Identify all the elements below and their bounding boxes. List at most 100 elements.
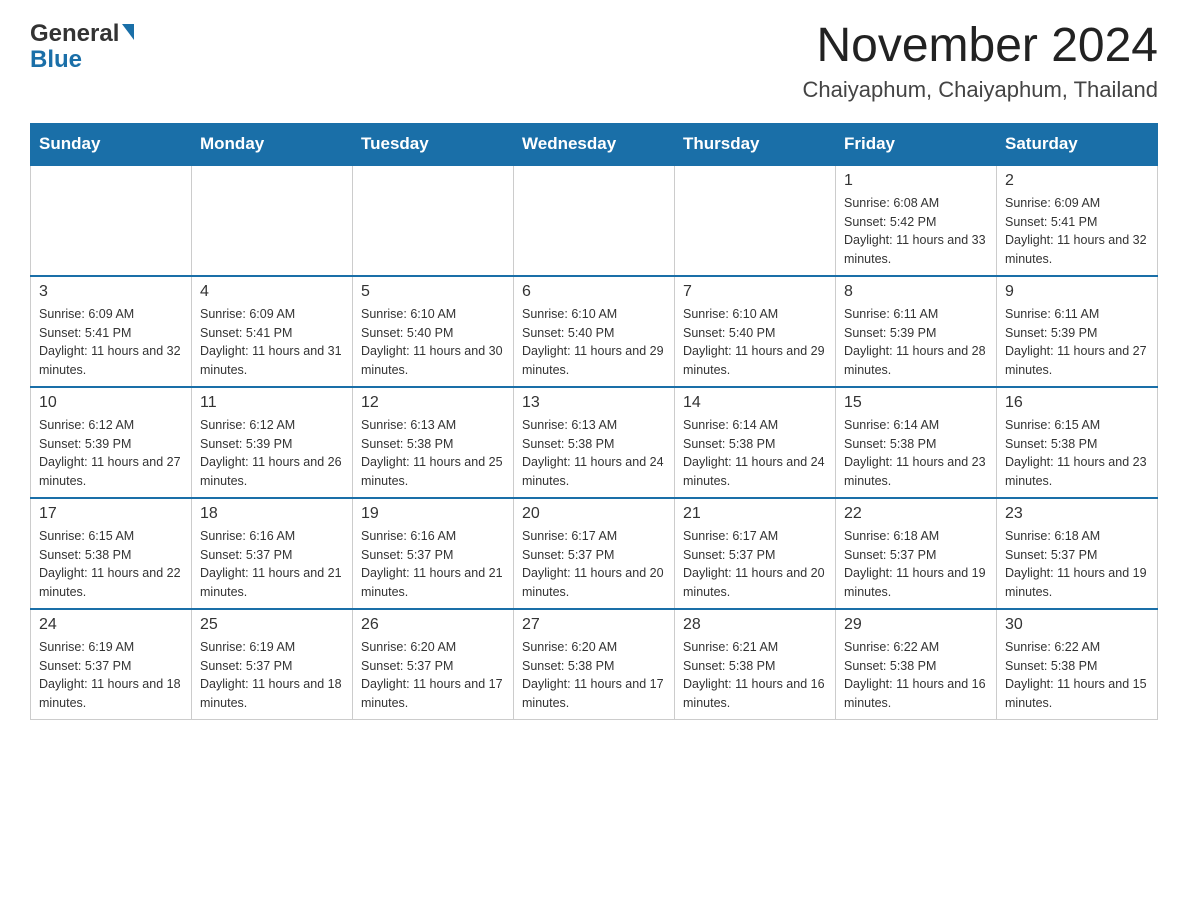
day-number: 25: [200, 616, 344, 634]
calendar-week-3: 10Sunrise: 6:12 AMSunset: 5:39 PMDayligh…: [31, 387, 1158, 498]
day-number: 21: [683, 505, 827, 523]
day-number: 4: [200, 283, 344, 301]
day-info: Sunrise: 6:17 AMSunset: 5:37 PMDaylight:…: [683, 527, 827, 602]
day-number: 19: [361, 505, 505, 523]
day-number: 11: [200, 394, 344, 412]
calendar-cell: 28 Sunrise: 6:21 AMSunset: 5:38 PMDayligh…: [675, 609, 836, 720]
day-number: 15: [844, 394, 988, 412]
day-info: Sunrise: 6:22 AMSunset: 5:38 PMDaylight:…: [844, 638, 988, 713]
day-number: 29: [844, 616, 988, 634]
day-info: Sunrise: 6:10 AMSunset: 5:40 PMDaylight:…: [522, 305, 666, 380]
calendar-cell: 13 Sunrise: 6:13 AMSunset: 5:38 PMDayligh…: [514, 387, 675, 498]
day-number: 16: [1005, 394, 1149, 412]
day-info: Sunrise: 6:18 AMSunset: 5:37 PMDaylight:…: [1005, 527, 1149, 602]
calendar-cell: 14 Sunrise: 6:14 AMSunset: 5:38 PMDayligh…: [675, 387, 836, 498]
day-info: Sunrise: 6:08 AMSunset: 5:42 PMDaylight:…: [844, 194, 988, 269]
day-number: 23: [1005, 505, 1149, 523]
calendar-cell: 16 Sunrise: 6:15 AMSunset: 5:38 PMDayligh…: [997, 387, 1158, 498]
day-number: 9: [1005, 283, 1149, 301]
day-info: Sunrise: 6:16 AMSunset: 5:37 PMDaylight:…: [361, 527, 505, 602]
day-number: 13: [522, 394, 666, 412]
month-title: November 2024: [803, 20, 1158, 73]
day-info: Sunrise: 6:21 AMSunset: 5:38 PMDaylight:…: [683, 638, 827, 713]
calendar-cell: 10Sunrise: 6:12 AMSunset: 5:39 PMDayligh…: [31, 387, 192, 498]
day-info: Sunrise: 6:11 AMSunset: 5:39 PMDaylight:…: [844, 305, 988, 380]
calendar-cell: 15 Sunrise: 6:14 AMSunset: 5:38 PMDayligh…: [836, 387, 997, 498]
calendar-week-1: 1Sunrise: 6:08 AMSunset: 5:42 PMDaylight…: [31, 165, 1158, 276]
calendar-cell: 4 Sunrise: 6:09 AMSunset: 5:41 PMDaylight…: [192, 276, 353, 387]
day-info: Sunrise: 6:12 AMSunset: 5:39 PMDaylight:…: [39, 416, 183, 491]
day-number: 27: [522, 616, 666, 634]
day-number: 12: [361, 394, 505, 412]
calendar-header-monday: Monday: [192, 123, 353, 165]
day-info: Sunrise: 6:10 AMSunset: 5:40 PMDaylight:…: [361, 305, 505, 380]
day-number: 24: [39, 616, 183, 634]
day-info: Sunrise: 6:19 AMSunset: 5:37 PMDaylight:…: [39, 638, 183, 713]
day-info: Sunrise: 6:17 AMSunset: 5:37 PMDaylight:…: [522, 527, 666, 602]
calendar-cell: 21 Sunrise: 6:17 AMSunset: 5:37 PMDayligh…: [675, 498, 836, 609]
calendar-header-tuesday: Tuesday: [353, 123, 514, 165]
day-info: Sunrise: 6:10 AMSunset: 5:40 PMDaylight:…: [683, 305, 827, 380]
day-number: 7: [683, 283, 827, 301]
day-info: Sunrise: 6:16 AMSunset: 5:37 PMDaylight:…: [200, 527, 344, 602]
calendar-cell: 9 Sunrise: 6:11 AMSunset: 5:39 PMDaylight…: [997, 276, 1158, 387]
calendar-cell: 30Sunrise: 6:22 AMSunset: 5:38 PMDayligh…: [997, 609, 1158, 720]
calendar-cell: [31, 165, 192, 276]
calendar-cell: [675, 165, 836, 276]
day-number: 14: [683, 394, 827, 412]
calendar-cell: 7 Sunrise: 6:10 AMSunset: 5:40 PMDaylight…: [675, 276, 836, 387]
calendar-cell: 3Sunrise: 6:09 AMSunset: 5:41 PMDaylight…: [31, 276, 192, 387]
day-number: 3: [39, 283, 183, 301]
calendar-cell: 20Sunrise: 6:17 AMSunset: 5:37 PMDayligh…: [514, 498, 675, 609]
calendar-cell: 23 Sunrise: 6:18 AMSunset: 5:37 PMDayligh…: [997, 498, 1158, 609]
day-info: Sunrise: 6:15 AMSunset: 5:38 PMDaylight:…: [1005, 416, 1149, 491]
calendar-week-4: 17 Sunrise: 6:15 AMSunset: 5:38 PMDayligh…: [31, 498, 1158, 609]
calendar-cell: 25Sunrise: 6:19 AMSunset: 5:37 PMDayligh…: [192, 609, 353, 720]
logo-blue-text: Blue: [30, 46, 82, 74]
day-info: Sunrise: 6:22 AMSunset: 5:38 PMDaylight:…: [1005, 638, 1149, 713]
calendar-cell: 26Sunrise: 6:20 AMSunset: 5:37 PMDayligh…: [353, 609, 514, 720]
calendar-header-thursday: Thursday: [675, 123, 836, 165]
day-number: 26: [361, 616, 505, 634]
day-number: 2: [1005, 172, 1149, 190]
calendar-week-5: 24 Sunrise: 6:19 AMSunset: 5:37 PMDayligh…: [31, 609, 1158, 720]
location-text: Chaiyaphum, Chaiyaphum, Thailand: [803, 77, 1158, 103]
calendar-header-saturday: Saturday: [997, 123, 1158, 165]
day-number: 22: [844, 505, 988, 523]
calendar-cell: 18 Sunrise: 6:16 AMSunset: 5:37 PMDayligh…: [192, 498, 353, 609]
day-info: Sunrise: 6:12 AMSunset: 5:39 PMDaylight:…: [200, 416, 344, 491]
day-number: 28: [683, 616, 827, 634]
day-number: 17: [39, 505, 183, 523]
calendar-cell: 22 Sunrise: 6:18 AMSunset: 5:37 PMDayligh…: [836, 498, 997, 609]
calendar-cell: 8 Sunrise: 6:11 AMSunset: 5:39 PMDaylight…: [836, 276, 997, 387]
day-info: Sunrise: 6:11 AMSunset: 5:39 PMDaylight:…: [1005, 305, 1149, 380]
calendar-header-friday: Friday: [836, 123, 997, 165]
calendar-cell: 6 Sunrise: 6:10 AMSunset: 5:40 PMDaylight…: [514, 276, 675, 387]
calendar-cell: 24 Sunrise: 6:19 AMSunset: 5:37 PMDayligh…: [31, 609, 192, 720]
day-info: Sunrise: 6:14 AMSunset: 5:38 PMDaylight:…: [844, 416, 988, 491]
calendar-cell: [353, 165, 514, 276]
day-number: 8: [844, 283, 988, 301]
day-info: Sunrise: 6:14 AMSunset: 5:38 PMDaylight:…: [683, 416, 827, 491]
calendar-header-sunday: Sunday: [31, 123, 192, 165]
day-info: Sunrise: 6:13 AMSunset: 5:38 PMDaylight:…: [361, 416, 505, 491]
day-number: 18: [200, 505, 344, 523]
day-info: Sunrise: 6:09 AMSunset: 5:41 PMDaylight:…: [200, 305, 344, 380]
calendar-cell: 17 Sunrise: 6:15 AMSunset: 5:38 PMDayligh…: [31, 498, 192, 609]
calendar-header-row: SundayMondayTuesdayWednesdayThursdayFrid…: [31, 123, 1158, 165]
calendar-header-wednesday: Wednesday: [514, 123, 675, 165]
day-number: 6: [522, 283, 666, 301]
day-info: Sunrise: 6:13 AMSunset: 5:38 PMDaylight:…: [522, 416, 666, 491]
day-info: Sunrise: 6:20 AMSunset: 5:38 PMDaylight:…: [522, 638, 666, 713]
logo-general-text: General: [30, 20, 119, 48]
calendar-cell: [514, 165, 675, 276]
calendar-cell: 19 Sunrise: 6:16 AMSunset: 5:37 PMDayligh…: [353, 498, 514, 609]
day-info: Sunrise: 6:18 AMSunset: 5:37 PMDaylight:…: [844, 527, 988, 602]
day-number: 5: [361, 283, 505, 301]
calendar-week-2: 3 Sunrise: 6:09 AMSunset: 5:41 PMDaylight…: [31, 276, 1158, 387]
page-header: General Blue November 2024 Chaiyaphum, C…: [30, 20, 1158, 103]
logo: General Blue: [30, 20, 134, 74]
day-info: Sunrise: 6:09 AMSunset: 5:41 PMDaylight:…: [1005, 194, 1149, 269]
title-section: November 2024 Chaiyaphum, Chaiyaphum, Th…: [803, 20, 1158, 103]
day-info: Sunrise: 6:15 AMSunset: 5:38 PMDaylight:…: [39, 527, 183, 602]
